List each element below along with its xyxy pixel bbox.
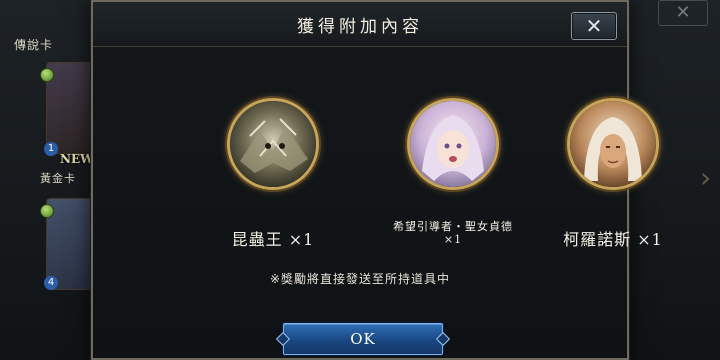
reward-item: 柯羅諾斯 ×1 — [533, 98, 693, 250]
close-x-icon: ✕ — [585, 14, 603, 38]
delivery-notice: ※獎勵將直接發送至所持道具中 — [269, 272, 451, 286]
chronos-portrait — [567, 98, 659, 190]
reward-name: 希望引導者・聖女貞德 ×1 — [393, 220, 513, 246]
dialog-title: 獲得附加內容 — [297, 17, 423, 37]
ok-button[interactable]: OK — [283, 323, 443, 355]
chevron-right-icon: › — [700, 161, 712, 194]
gem-icon — [40, 68, 54, 82]
reward-name: 昆蟲王 ×1 — [231, 230, 315, 249]
dialog-header: 獲得附加內容 ✕ — [93, 2, 627, 47]
gem-icon — [40, 204, 54, 218]
card-cost-badge: 4 — [44, 276, 58, 290]
legend-card-section-label: 傳說卡 — [14, 38, 54, 52]
background-close-button: ✕ — [658, 0, 708, 26]
saint-joan-portrait — [407, 98, 499, 190]
insect-king-portrait — [227, 98, 319, 190]
close-button[interactable]: ✕ — [571, 12, 617, 40]
new-badge: NEW — [60, 152, 94, 166]
reward-name: 柯羅諾斯 ×1 — [563, 230, 663, 249]
reward-item: 昆蟲王 ×1 — [193, 98, 353, 250]
gold-card-section-label: 黃金卡 — [40, 172, 76, 185]
reward-dialog: 獲得附加內容 ✕ 昆蟲王 ×1 希望引導者・聖女貞德 ×1 柯羅諾斯 ×1 ※獎… — [91, 0, 662, 360]
reward-item: 希望引導者・聖女貞德 ×1 — [373, 98, 533, 246]
card-cost-badge: 1 — [44, 142, 58, 156]
